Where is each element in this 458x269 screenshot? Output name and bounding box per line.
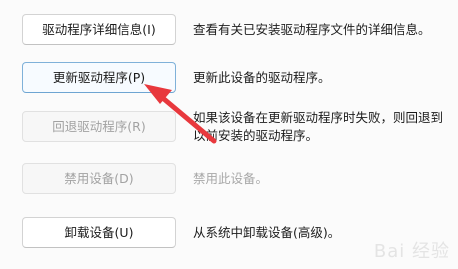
roll-back-driver-button[interactable]: 回退驱动程序(R) — [22, 111, 176, 142]
roll-back-driver-description: 如果该设备在更新驱动程序时失败，则回退到以前安装的驱动程序。 — [193, 110, 444, 143]
uninstall-device-description: 从系统中卸载设备(高级)。 — [193, 225, 341, 240]
disable-device-button[interactable]: 禁用设备(D) — [22, 163, 176, 194]
driver-details-description: 查看有关已安装驱动程序文件的详细信息。 — [193, 22, 431, 37]
watermark: Bai 经验 — [373, 241, 450, 262]
update-driver-description: 更新此设备的驱动程序。 — [193, 70, 331, 85]
uninstall-device-button[interactable]: 卸载设备(U) — [22, 217, 176, 248]
driver-details-button[interactable]: 驱动程序详细信息(I) — [22, 14, 176, 45]
disable-device-description: 禁用此设备。 — [193, 171, 269, 186]
update-driver-button[interactable]: 更新驱动程序(P) — [22, 62, 176, 93]
driver-panel: 驱动程序详细信息(I) 查看有关已安装驱动程序文件的详细信息。 更新驱动程序(P… — [0, 0, 458, 269]
